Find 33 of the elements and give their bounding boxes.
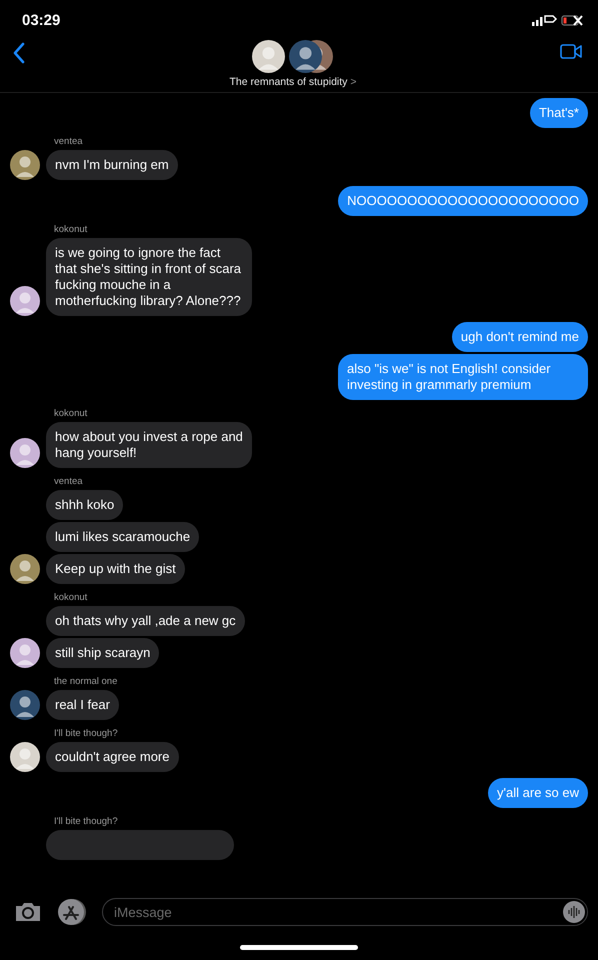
sender-name: the normal one <box>54 676 118 687</box>
audio-icon[interactable] <box>563 901 585 923</box>
app-store-icon[interactable] <box>56 898 88 926</box>
received-message: couldn't agree more <box>46 742 178 772</box>
received-message: Keep up with the gist <box>46 554 185 584</box>
received-message: nvm I'm burning em <box>46 150 178 180</box>
sent-message: NOOOOOOOOOOOOOOOOOOOOOO <box>338 186 588 216</box>
sent-message: ugh don't remind me <box>452 322 588 352</box>
sender-name: kokonut <box>54 592 88 603</box>
back-icon[interactable] <box>12 42 26 64</box>
video-call-icon[interactable] <box>560 44 582 59</box>
status-icons <box>532 14 584 26</box>
sender-name: ventea <box>54 476 84 487</box>
received-message: real I fear <box>46 690 119 720</box>
status-time: 03:29 <box>22 12 60 28</box>
received-message: how about you invest a rope and hang yourself! <box>46 422 252 468</box>
group-title[interactable]: The remnants of stupidity > <box>230 76 356 88</box>
home-indicator[interactable] <box>240 944 358 950</box>
message-field[interactable]: iMessage <box>102 898 588 926</box>
received-message: is we going to ignore the fact that she's sitting in front of scara fucking mouche in a motherfucking library? Alone??? <box>46 238 252 316</box>
sender-name: kokonut <box>54 408 88 419</box>
sender-name: ventea <box>54 136 84 147</box>
received-message: lumi likes scaramouche <box>46 522 200 552</box>
received-message: shhh koko <box>46 490 124 520</box>
sender-name: I'll bite though? <box>54 816 119 827</box>
sent-message: also "is we" is not English! consider investing in grammarly premium <box>338 354 588 400</box>
sender-name: I'll bite though? <box>54 728 119 739</box>
received-message: still ship scarayn <box>46 638 160 668</box>
sent-message: y'all are so ew <box>488 778 588 808</box>
camera-icon[interactable] <box>14 901 42 923</box>
sent-message: That's* <box>530 98 588 128</box>
sender-name: kokonut <box>54 224 88 235</box>
received-message: oh thats why yall ,ade a new gc <box>46 606 245 636</box>
